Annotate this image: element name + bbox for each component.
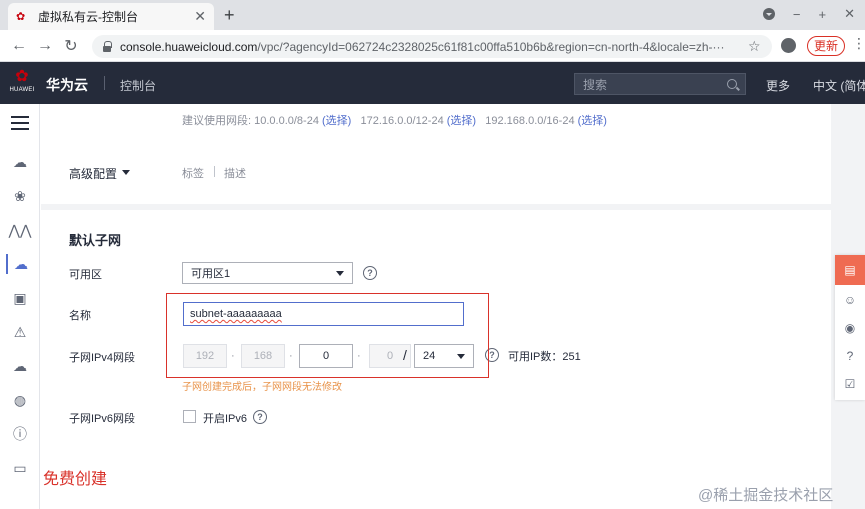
ipv4-label: 子网IPv4网段 — [69, 352, 136, 364]
tags-label: 标签 — [182, 168, 204, 180]
close-window-button[interactable]: ✕ — [844, 6, 855, 22]
section-title: 默认子网 — [69, 233, 122, 248]
cidr-select-link-1[interactable]: (选择) — [322, 115, 351, 127]
checklist-icon[interactable]: ☑ — [842, 376, 858, 392]
main-content: 建议使用网段: 10.0.0.0/8-24 (选择) 172.16.0.0/12… — [41, 104, 865, 509]
minimize-button[interactable]: − — [793, 7, 801, 22]
search-icon[interactable] — [727, 79, 737, 89]
cidr-hint-text-2: 172.16.0.0/12-24 — [360, 115, 444, 127]
cdn-icon[interactable]: ⋀⋀ — [9, 220, 32, 240]
chevron-down-icon — [336, 270, 344, 276]
az-label: 可用区 — [69, 269, 102, 281]
enable-ipv6-label[interactable]: 开启IPv6 — [203, 410, 247, 426]
vpc-icon[interactable]: ☁ — [6, 254, 34, 274]
free-create-annotation: 免费创建 — [43, 471, 108, 488]
globe-icon[interactable]: ◍ — [10, 390, 30, 410]
subnet-warning: 子网创建完成后，子网网段无法修改 — [182, 382, 342, 393]
search-placeholder: 搜索 — [583, 77, 608, 92]
account-avatar-icon[interactable] — [781, 38, 796, 53]
name-label: 名称 — [69, 310, 91, 322]
annotation-highlight-box — [166, 293, 489, 378]
reload-button[interactable]: ↻ — [58, 36, 84, 56]
address-bar[interactable]: console.huaweicloud.com/vpc/?agencyId=06… — [92, 35, 772, 58]
update-label: 更新 — [814, 39, 839, 53]
bookmark-star-icon[interactable]: ☆ — [748, 38, 761, 55]
product-name[interactable]: 华为云 — [46, 75, 88, 95]
ip-icon[interactable]: ⓘ — [10, 424, 30, 444]
enable-ipv6-checkbox[interactable] — [183, 410, 196, 423]
cloud-server-icon[interactable]: ☁ — [10, 152, 30, 172]
cidr-select-link-3[interactable]: (选择) — [578, 115, 607, 127]
browser-tab-bar: ✿ 虚拟私有云-控制台 ✕ + − + ✕ — [0, 0, 865, 30]
help-icon[interactable]: ? — [253, 410, 267, 424]
tab-title: 虚拟私有云-控制台 — [38, 10, 138, 24]
header-divider — [104, 76, 105, 90]
advanced-config-toggle[interactable]: 高级配置 — [69, 165, 117, 182]
cidr-hint-text: 建议使用网段: 10.0.0.0/8-24 — [182, 115, 319, 127]
cloud-network-icon[interactable]: ☁ — [10, 356, 30, 376]
network-card: 建议使用网段: 10.0.0.0/8-24 (选择) 172.16.0.0/12… — [41, 104, 831, 204]
huawei-logo[interactable]: ✿ HUAWEI — [8, 68, 36, 98]
back-button[interactable]: ← — [6, 37, 32, 55]
floating-toolbar: ▤ ☺ ◉ ? ☑ — [835, 255, 865, 400]
alert-icon[interactable]: ⚠ — [10, 322, 30, 342]
tab-search-icon[interactable] — [762, 8, 775, 20]
console-link[interactable]: 控制台 — [120, 77, 156, 94]
window-controls: − + ✕ — [762, 6, 855, 22]
chevron-down-icon[interactable] — [122, 170, 130, 175]
smiley-icon[interactable]: ☺ — [842, 292, 858, 308]
available-ip-count: 可用IP数：251 — [508, 351, 581, 363]
help-icon[interactable]: ? — [363, 266, 377, 280]
console-header: ✿ HUAWEI 华为云 控制台 搜索 更多 中文 (简体 — [0, 62, 865, 104]
more-menu[interactable]: 更多 — [766, 77, 790, 94]
new-tab-button[interactable]: + — [224, 5, 235, 25]
huawei-petal-icon: ✿ — [15, 68, 29, 85]
huawei-favicon-icon: ✿ — [16, 10, 26, 23]
console-search-input[interactable]: 搜索 — [574, 73, 746, 95]
maximize-button[interactable]: + — [819, 7, 827, 22]
language-switch[interactable]: 中文 (简体 — [813, 77, 865, 94]
database-icon[interactable]: ▣ — [10, 288, 30, 308]
divider — [214, 166, 215, 177]
question-icon[interactable]: ? — [842, 348, 858, 364]
huawei-wordmark: HUAWEI — [9, 87, 35, 93]
cidr-hint-text-3: 192.168.0.0/16-24 — [485, 115, 575, 127]
az-select-value: 可用区1 — [191, 268, 231, 280]
az-select[interactable]: 可用区1 — [182, 262, 353, 284]
watermark: @稀土掘金技术社区 — [698, 487, 834, 504]
update-button[interactable]: 更新 — [807, 36, 846, 56]
support-icon[interactable]: ◉ — [842, 320, 858, 336]
cluster-icon[interactable]: ❀ — [10, 186, 30, 206]
ipv6-label: 子网IPv6网段 — [69, 413, 136, 425]
feedback-icon[interactable]: ▤ — [835, 255, 865, 285]
browser-tab[interactable]: ✿ 虚拟私有云-控制台 ✕ — [8, 3, 214, 30]
browser-toolbar: ← → ↻ console.huaweicloud.com/vpc/?agenc… — [0, 30, 865, 62]
hamburger-menu-icon[interactable] — [11, 116, 29, 130]
description-label: 描述 — [224, 168, 246, 180]
browser-menu-icon[interactable]: ⋮ — [852, 36, 865, 50]
service-sidebar: ☁ ❀ ⋀⋀ ☁ ▣ ⚠ ☁ ◍ ⓘ ▭ — [0, 104, 40, 509]
url-host: console.huaweicloud.com — [120, 39, 258, 54]
storage-icon[interactable]: ▭ — [10, 458, 30, 478]
cidr-select-link-2[interactable]: (选择) — [447, 115, 476, 127]
tab-close-icon[interactable]: ✕ — [194, 8, 206, 25]
url-path: /vpc/?agencyId=062724c2328025c61f81c00ff… — [257, 39, 725, 54]
forward-button[interactable]: → — [32, 37, 58, 55]
lock-icon — [102, 41, 112, 52]
cidr-hint: 建议使用网段: 10.0.0.0/8-24 (选择) 172.16.0.0/12… — [182, 112, 607, 128]
